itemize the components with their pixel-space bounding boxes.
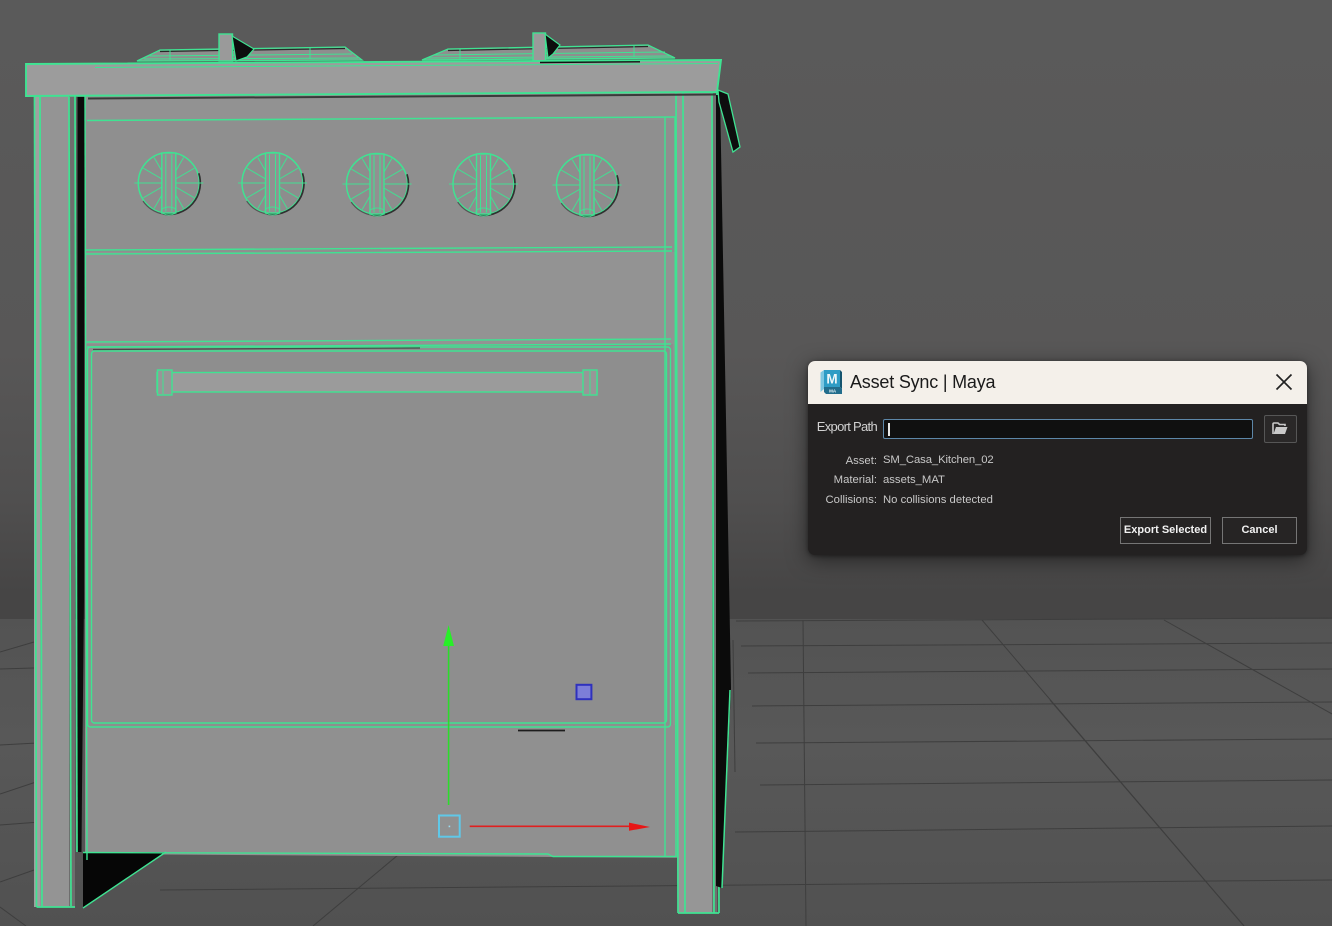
svg-text:M: M [826,372,837,387]
svg-text:MA: MA [829,388,837,393]
